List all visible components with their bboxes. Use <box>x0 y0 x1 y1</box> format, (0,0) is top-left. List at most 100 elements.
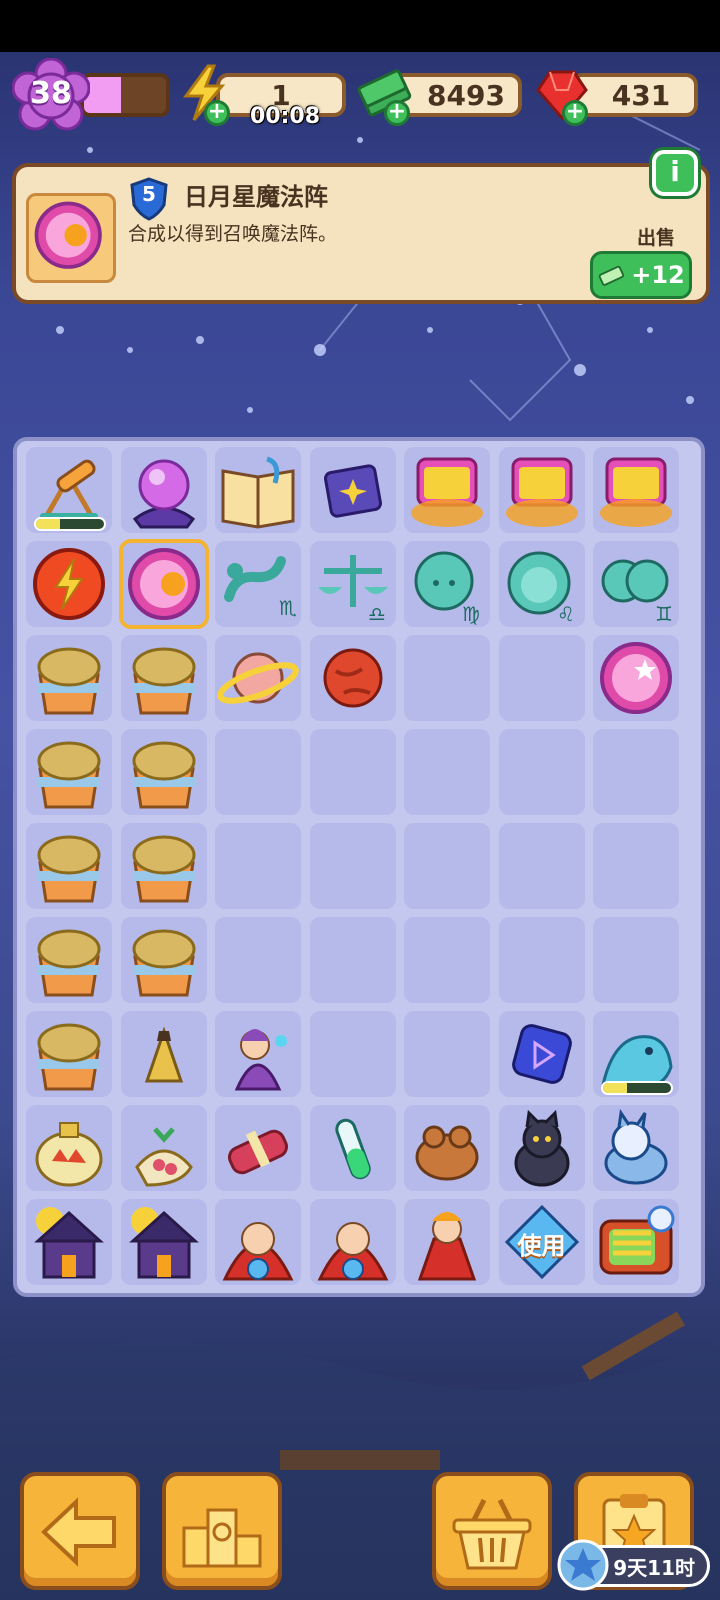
event-star-icon <box>557 1539 609 1591</box>
add-gems-button[interactable]: + <box>562 100 588 126</box>
board-cell-empty[interactable] <box>404 1011 490 1097</box>
leo-statue-icon: ♌ <box>507 551 574 626</box>
board-cell-gold-pot[interactable] <box>26 729 112 815</box>
board-cell-use-gem[interactable]: 使用 <box>498 1199 585 1285</box>
board-cell-empty[interactable] <box>215 917 301 1003</box>
info-button[interactable]: i <box>652 150 698 196</box>
board-cell-scorpio-statue[interactable]: ♏ <box>215 541 301 627</box>
board-cell-gold-pot[interactable] <box>26 1011 112 1097</box>
board-cell-purple-book[interactable] <box>309 447 396 533</box>
virgo-statue-icon: ♍ <box>414 551 480 626</box>
board-cell-empty[interactable] <box>215 729 301 815</box>
red-sorceress-icon <box>317 1222 388 1281</box>
board-cell-magic-scroll[interactable] <box>593 447 679 533</box>
back-button[interactable] <box>20 1472 140 1590</box>
board-cell-virgo-statue[interactable]: ♍ <box>404 541 490 627</box>
board-cell-empty[interactable] <box>498 729 585 815</box>
black-cat-icon <box>514 1109 569 1187</box>
purple-book-icon <box>323 464 382 518</box>
board-cell-red-sorceress[interactable] <box>309 1199 396 1285</box>
level-progress-bar <box>80 73 170 117</box>
gold-pot-icon <box>37 647 101 715</box>
board-cell-gold-pot[interactable] <box>120 729 207 815</box>
board-cell-gold-pot[interactable] <box>120 917 207 1003</box>
board-cell-haunted-house[interactable] <box>120 1199 207 1285</box>
board-cell-wizard-kid[interactable] <box>215 1011 301 1097</box>
board-cell-empty[interactable] <box>404 823 490 909</box>
board-cell-potion-jar[interactable] <box>26 1105 112 1191</box>
sell-button[interactable]: +12 <box>590 251 692 299</box>
gold-pot-icon <box>132 929 195 997</box>
board-cell-tv-set[interactable] <box>593 1199 679 1285</box>
board-cell-toad[interactable] <box>404 1105 490 1191</box>
haunted-house-icon <box>128 1207 199 1279</box>
board-cell-saturn[interactable] <box>215 635 301 721</box>
board-cell-empty[interactable] <box>309 917 396 1003</box>
board-cell-gold-pot[interactable] <box>120 635 207 721</box>
board-cell-meat-bundle[interactable] <box>215 1105 301 1191</box>
board-cell-crystal-ball[interactable] <box>120 447 207 533</box>
board-cell-empty[interactable] <box>215 823 301 909</box>
potion-jar-icon <box>35 1122 103 1187</box>
board-cell-energy-orb[interactable] <box>26 541 112 627</box>
item-name: 日月星魔法阵 <box>184 183 328 211</box>
gold-pot-icon <box>132 835 195 903</box>
board-cell-gold-pot[interactable] <box>120 823 207 909</box>
board-cell-sun-moon-circle[interactable] <box>118 539 209 629</box>
board-cell-moon-star-circle[interactable] <box>593 635 679 721</box>
board-cell-gold-pot[interactable] <box>26 917 112 1003</box>
add-energy-button[interactable]: + <box>204 100 230 126</box>
board-cell-fire-mage[interactable] <box>404 1199 490 1285</box>
item-level: 5 <box>142 182 156 206</box>
board-cell-empty[interactable] <box>404 917 490 1003</box>
item-description: 合成以得到召唤魔法阵。 <box>128 223 338 245</box>
gemini-statue-icon: ♊ <box>601 559 673 626</box>
board-cell-test-tube[interactable] <box>309 1105 396 1191</box>
board-cell-empty[interactable] <box>498 917 585 1003</box>
board-cell-telescope[interactable] <box>26 447 112 533</box>
sell-price: +12 <box>631 261 685 289</box>
shop-basket-button[interactable] <box>432 1472 552 1590</box>
board-cell-empty[interactable] <box>593 729 679 815</box>
board-cell-leo-statue[interactable]: ♌ <box>498 541 585 627</box>
ice-dragon-progress-bar <box>601 1081 673 1095</box>
mars-icon <box>323 648 382 708</box>
status-bar <box>0 0 720 52</box>
board-cell-gemini-statue[interactable]: ♊ <box>593 541 679 627</box>
board-cell-spell-book[interactable] <box>215 447 301 533</box>
board-cell-empty[interactable] <box>593 823 679 909</box>
crystal-ball-icon <box>132 459 195 529</box>
board-cell-herb-pouch[interactable] <box>120 1105 207 1191</box>
board-cell-rune-stone[interactable] <box>498 1011 585 1097</box>
energy-orb-icon <box>33 548 105 620</box>
board-cell-empty[interactable] <box>309 729 396 815</box>
board-cell-gold-pot[interactable] <box>26 635 112 721</box>
board-cell-empty[interactable] <box>404 635 490 721</box>
board-cell-haunted-house[interactable] <box>26 1199 112 1285</box>
magic-scroll-icon <box>411 457 483 527</box>
board-cell-empty[interactable] <box>309 823 396 909</box>
board-cell-empty[interactable] <box>404 729 490 815</box>
board-cell-empty[interactable] <box>309 1011 396 1097</box>
board-cell-mars[interactable] <box>309 635 396 721</box>
board-cell-empty[interactable] <box>498 823 585 909</box>
saturn-icon <box>217 652 299 704</box>
tv-set-icon <box>599 1205 675 1275</box>
haunted-house-icon <box>34 1207 104 1279</box>
board-cell-incense-cone[interactable] <box>120 1011 207 1097</box>
board-cell-ice-dragon[interactable] <box>593 1011 679 1097</box>
board-cell-empty[interactable] <box>498 635 585 721</box>
board-cell-red-sorceress[interactable] <box>215 1199 301 1285</box>
leaderboard-button[interactable] <box>162 1472 282 1590</box>
board-cell-black-cat[interactable] <box>498 1105 585 1191</box>
board-cell-magic-scroll[interactable] <box>498 447 585 533</box>
board-cell-libra-statue[interactable]: ♎ <box>309 541 396 627</box>
ice-wolf-icon <box>604 1108 668 1185</box>
add-cash-button[interactable]: + <box>384 100 410 126</box>
magic-scroll-icon <box>505 457 578 527</box>
board-cell-gold-pot[interactable] <box>26 823 112 909</box>
wizard-kid-icon <box>234 1029 287 1091</box>
board-cell-ice-wolf[interactable] <box>593 1105 679 1191</box>
board-cell-empty[interactable] <box>593 917 679 1003</box>
board-cell-magic-scroll[interactable] <box>404 447 490 533</box>
